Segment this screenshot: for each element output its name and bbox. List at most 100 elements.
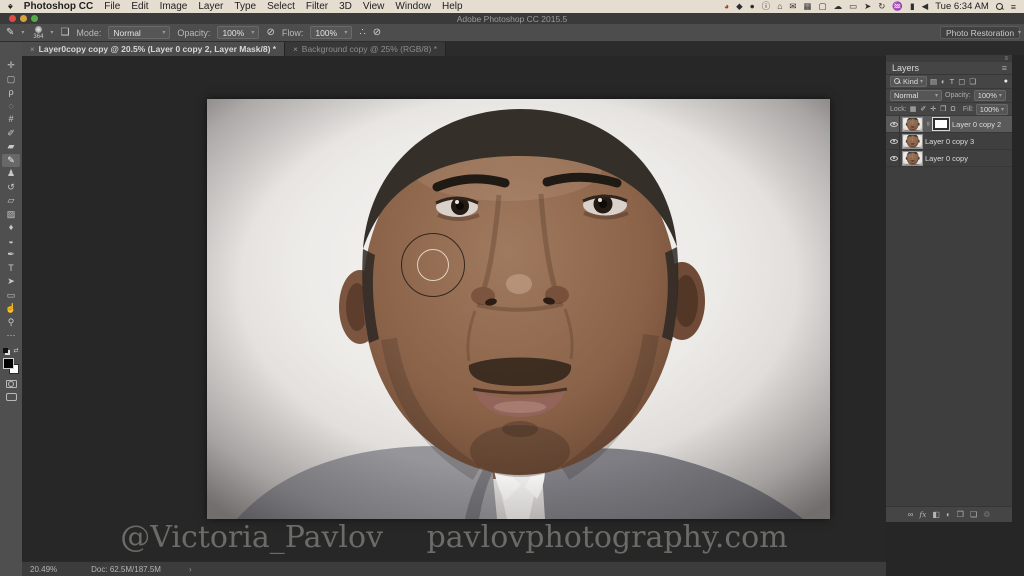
wifi-icon[interactable]: ♒ [892,0,903,13]
toggle-brush-panel-icon[interactable]: ❑ [60,24,69,42]
layer-row[interactable]: Layer 0 copy [886,150,1012,167]
pressure-size-icon[interactable]: ⊘ [373,24,381,42]
shield-icon[interactable]: ◆ [736,0,743,13]
layer-blend-mode-select[interactable]: Normal▾ [890,90,942,101]
menu-view[interactable]: View [363,0,385,13]
upload-icon[interactable]: ➤ [864,0,871,13]
menu-layer[interactable]: Layer [198,0,223,13]
menu-file[interactable]: File [104,0,120,13]
swap-colors-icon[interactable]: ⇄ [13,347,18,354]
airbrush-icon[interactable]: ∴ [359,24,365,42]
zoom-level-field[interactable]: 20.49% [30,565,57,574]
document-canvas[interactable] [207,99,830,519]
layer-thumbnail[interactable] [903,152,922,165]
notification-center-icon[interactable]: ≡ [1011,2,1016,12]
brush-picker-caret-icon[interactable]: ▾ [50,29,53,36]
new-adjustment-layer-icon[interactable]: ◐ [946,510,951,519]
layer-row[interactable]: ∞Layer 0 copy 2 [886,116,1012,133]
layer-effects-icon[interactable]: fx [919,510,926,519]
panel-menu-icon[interactable]: ≡ [1002,63,1012,73]
battery-icon[interactable]: ▮ [910,0,915,13]
foreground-color-swatch[interactable] [3,358,14,369]
brush-tool[interactable]: ✎ [2,154,20,168]
network-gauge-icon[interactable]: ◕ [724,0,729,13]
shape-layer-filter-icon[interactable]: ▢ [958,77,965,86]
healing-brush-tool[interactable]: ▰ [2,140,20,154]
layers-panel-title[interactable]: Layers [886,63,919,73]
visibility-toggle[interactable] [889,116,900,132]
collapse-panels-icon[interactable]: ≡ [1004,56,1008,62]
menu-help[interactable]: Help [442,0,463,13]
layer-opacity-select[interactable]: 100%▾ [974,90,1006,101]
edit-toolbar-button[interactable]: ⋯ [2,329,20,343]
drop-icon[interactable]: ● [750,0,755,13]
pen-tool[interactable]: ✒ [2,248,20,262]
document-size-info[interactable]: Doc: 62.5M/187.5M [91,565,161,574]
filter-toggle-icon[interactable]: ● [1004,78,1008,85]
document-tab[interactable]: ×Layer0copy copy @ 20.5% (Layer 0 copy 2… [22,42,285,56]
dodge-tool[interactable]: ◒ [2,235,20,249]
history-brush-tool[interactable]: ↺ [2,181,20,195]
type-layer-filter-icon[interactable]: T [950,77,955,86]
blend-mode-select[interactable]: Normal▾ [108,26,170,39]
marquee-tool[interactable]: ▢ [2,73,20,87]
visibility-toggle[interactable] [889,150,900,166]
menu-select[interactable]: Select [267,0,295,13]
link-layers-icon[interactable]: ∞ [908,510,914,519]
lock-transparency-icon[interactable]: ▦ [910,105,917,113]
pixel-layer-filter-icon[interactable]: ▤ [930,77,937,86]
default-colors-icon[interactable] [3,348,8,353]
time-machine-icon[interactable]: ↻ [878,0,885,13]
layer-mask-thumbnail[interactable] [933,118,949,130]
add-layer-mask-icon[interactable]: ◧ [932,510,940,519]
menu-clock[interactable]: Tue 6:34 AM [935,1,989,12]
hand-tool[interactable]: ☝ [2,302,20,316]
flow-select[interactable]: 100%▾ [310,26,352,39]
opacity-select[interactable]: 100%▾ [217,26,259,39]
clone-stamp-tool[interactable]: ♟ [2,167,20,181]
info-icon[interactable]: ⓘ [762,0,771,13]
tool-preset-caret-icon[interactable]: ▾ [21,29,24,36]
lock-pixels-icon[interactable]: ✐ [920,105,926,113]
close-tab-icon[interactable]: × [293,45,298,54]
menu-image[interactable]: Image [160,0,188,13]
workspace-switcher[interactable]: Photo Restoration▾ [940,26,1020,39]
spotlight-search-icon[interactable] [996,3,1004,11]
apple-menu[interactable]: ♠ [8,0,13,13]
crop-tool[interactable]: # [2,113,20,127]
menu-photoshop-cc[interactable]: Photoshop CC [24,0,93,13]
path-selection-tool[interactable]: ➤ [2,275,20,289]
document-tab[interactable]: ×Background copy @ 25% (RGB/8) * [285,42,446,56]
delete-layer-icon[interactable]: ♲ [983,510,990,519]
photos-icon[interactable]: ▦ [804,0,812,13]
screen-mode-button[interactable] [6,393,17,401]
home-icon[interactable]: ⌂ [777,0,782,13]
layer-row[interactable]: Layer 0 copy 3 [886,133,1012,150]
quick-selection-tool[interactable]: ◌ [2,100,20,114]
shape-tool[interactable]: ▭ [2,289,20,303]
new-layer-icon[interactable]: ❏ [970,510,977,519]
move-tool[interactable]: ✛ [2,59,20,73]
filter-kind-select[interactable]: Kind ▾ [890,76,927,87]
lasso-tool[interactable]: ρ [2,86,20,100]
fill-select[interactable]: 100%▾ [976,104,1008,115]
status-options-arrow-icon[interactable]: › [189,565,192,574]
visibility-toggle[interactable] [889,133,900,149]
layer-thumbnail[interactable] [903,118,922,131]
layer-thumbnail[interactable] [903,135,922,148]
quick-mask-button[interactable] [6,380,17,388]
new-group-icon[interactable]: ❒ [957,510,964,519]
smart-object-filter-icon[interactable]: ❏ [969,77,976,86]
menu-edit[interactable]: Edit [131,0,148,13]
volume-icon[interactable]: ◀ [922,0,929,13]
menu-3d[interactable]: 3D [339,0,352,13]
menu-window[interactable]: Window [395,0,431,13]
menu-type[interactable]: Type [234,0,256,13]
cloud-icon[interactable]: ☁ [834,0,843,13]
eyedropper-tool[interactable]: ✐ [2,127,20,141]
blur-tool[interactable]: ♦ [2,221,20,235]
chat-icon[interactable]: ✉ [789,0,796,13]
lock-position-icon[interactable]: ✛ [930,105,936,113]
adjustment-layer-filter-icon[interactable]: ◐ [941,77,946,86]
eraser-tool[interactable]: ▱ [2,194,20,208]
